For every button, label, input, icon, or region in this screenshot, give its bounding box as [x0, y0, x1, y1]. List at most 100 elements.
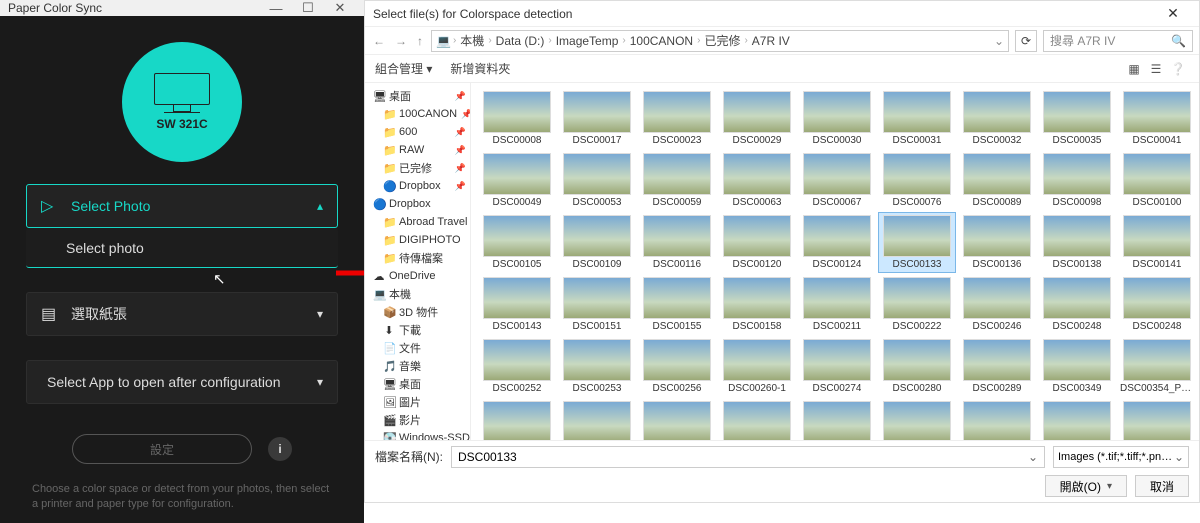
- file-item[interactable]: DSC00403: [799, 399, 875, 440]
- crumb[interactable]: 本機: [458, 32, 486, 49]
- file-item[interactable]: DSC00374_PSMS: [479, 399, 555, 440]
- file-item[interactable]: DSC00049: [479, 151, 555, 210]
- file-item[interactable]: DSC00415: [1119, 399, 1195, 440]
- crumb[interactable]: 100CANON: [628, 34, 695, 48]
- breadcrumb[interactable]: 💻› 本機› Data (D:)› ImageTemp› 100CANON› 已…: [431, 30, 1009, 52]
- tree-item[interactable]: 💽Windows-SSD (: [367, 429, 468, 440]
- file-item[interactable]: DSC00256: [639, 337, 715, 396]
- maximize-button[interactable]: ☐: [292, 0, 324, 16]
- tree-item[interactable]: 🔵Dropbox📌: [367, 177, 468, 195]
- nav-back-button[interactable]: ←: [371, 34, 387, 48]
- file-item[interactable]: DSC00260-1: [719, 337, 795, 396]
- tree-item[interactable]: 📁待傳檔案: [367, 249, 468, 267]
- search-input[interactable]: 搜尋 A7R IV 🔍: [1043, 30, 1193, 52]
- nav-forward-button[interactable]: →: [393, 34, 409, 48]
- file-item[interactable]: DSC00031: [879, 89, 955, 148]
- file-item[interactable]: DSC00138: [1039, 213, 1115, 272]
- tree-item[interactable]: 🎵音樂: [367, 357, 468, 375]
- refresh-button[interactable]: ⟳: [1015, 30, 1037, 52]
- tree-item[interactable]: ⬇下載: [367, 321, 468, 339]
- tree-item[interactable]: 📁已完修📌: [367, 159, 468, 177]
- tree-item[interactable]: 🎬影片: [367, 411, 468, 429]
- tree-item[interactable]: 📁RAW📌: [367, 141, 468, 159]
- file-item[interactable]: DSC00098: [1039, 151, 1115, 210]
- crumb[interactable]: Data (D:): [494, 34, 547, 48]
- file-item[interactable]: DSC00280: [879, 337, 955, 396]
- file-item[interactable]: DSC00246: [959, 275, 1035, 334]
- file-item[interactable]: DSC00349: [1039, 337, 1115, 396]
- close-button[interactable]: ✕: [324, 0, 356, 16]
- select-photo-row[interactable]: ▷ Select Photo ▴: [26, 184, 338, 228]
- organize-button[interactable]: 組合管理 ▾: [375, 60, 432, 77]
- file-item[interactable]: DSC00059: [639, 151, 715, 210]
- file-item[interactable]: DSC00035: [1039, 89, 1115, 148]
- file-item[interactable]: DSC00133: [879, 213, 955, 272]
- file-item[interactable]: DSC00136: [959, 213, 1035, 272]
- file-item[interactable]: DSC00029: [719, 89, 795, 148]
- tree-item[interactable]: 🔵Dropbox: [367, 195, 468, 213]
- crumb[interactable]: ImageTemp: [554, 34, 621, 48]
- file-item[interactable]: DSC00141: [1119, 213, 1195, 272]
- select-photo-sub[interactable]: Select photo: [26, 228, 338, 268]
- file-item[interactable]: DSC00289: [959, 337, 1035, 396]
- file-item[interactable]: DSC00063: [719, 151, 795, 210]
- tree-item[interactable]: 📁600📌: [367, 123, 468, 141]
- cancel-button[interactable]: 取消: [1135, 475, 1189, 497]
- file-item[interactable]: DSC00124: [799, 213, 875, 272]
- tree-item[interactable]: 🖥桌面📌: [367, 87, 468, 105]
- file-item[interactable]: DSC00354_PSMS: [1119, 337, 1195, 396]
- file-item[interactable]: DSC00109: [559, 213, 635, 272]
- file-item[interactable]: DSC00041: [1119, 89, 1195, 148]
- file-item[interactable]: DSC00100: [1119, 151, 1195, 210]
- file-item[interactable]: DSC00089: [959, 151, 1035, 210]
- select-app-row[interactable]: Select App to open after configuration ▾: [26, 360, 338, 404]
- file-item[interactable]: DSC00252: [479, 337, 555, 396]
- file-item[interactable]: DSC00155: [639, 275, 715, 334]
- file-item[interactable]: DSC00211: [799, 275, 875, 334]
- tree-item[interactable]: 📁DIGIPHOTO: [367, 231, 468, 249]
- new-folder-button[interactable]: 新增資料夾: [450, 60, 510, 77]
- minimize-button[interactable]: —: [260, 1, 292, 16]
- folder-tree[interactable]: 🖥桌面📌📁100CANON📌📁600📌📁RAW📌📁已完修📌🔵Dropbox📌🔵D…: [365, 83, 471, 440]
- file-item[interactable]: DSC00222: [879, 275, 955, 334]
- file-item[interactable]: DSC00413: [1039, 399, 1115, 440]
- file-item[interactable]: DSC00067: [799, 151, 875, 210]
- view-thumbnails-icon[interactable]: ▦: [1123, 62, 1145, 76]
- help-icon[interactable]: ❔: [1167, 62, 1189, 76]
- file-item[interactable]: DSC00116: [639, 213, 715, 272]
- settings-button[interactable]: 設定: [72, 434, 252, 464]
- file-item[interactable]: DSC00394: [639, 399, 715, 440]
- filetype-select[interactable]: Images (*.tif;*.tiff;*.png;*.jpg;* ⌄: [1053, 446, 1189, 468]
- tree-item[interactable]: 🖥桌面: [367, 375, 468, 393]
- file-item[interactable]: DSC00398: [719, 399, 795, 440]
- filename-input[interactable]: DSC00133 ⌄: [451, 446, 1045, 468]
- tree-item[interactable]: 💻本機: [367, 285, 468, 303]
- file-item[interactable]: DSC00274: [799, 337, 875, 396]
- crumb[interactable]: A7R IV: [750, 34, 792, 48]
- file-item[interactable]: DSC00053: [559, 151, 635, 210]
- file-item[interactable]: DSC00158: [719, 275, 795, 334]
- file-item[interactable]: DSC00248: [1119, 275, 1195, 334]
- file-item[interactable]: DSC00120: [719, 213, 795, 272]
- tree-item[interactable]: 📄文件: [367, 339, 468, 357]
- file-pane[interactable]: DSC00008DSC00017DSC00023DSC00029DSC00030…: [471, 83, 1199, 440]
- file-item[interactable]: DSC00023: [639, 89, 715, 148]
- file-item[interactable]: DSC00253: [559, 337, 635, 396]
- tree-item[interactable]: 📦3D 物件: [367, 303, 468, 321]
- tree-item[interactable]: 🖼圖片: [367, 393, 468, 411]
- file-item[interactable]: DSC00008: [479, 89, 555, 148]
- file-item[interactable]: DSC00248: [1039, 275, 1115, 334]
- dialog-close-button[interactable]: ✕: [1155, 5, 1191, 22]
- select-paper-row[interactable]: ▤ 選取紙張 ▾: [26, 292, 338, 336]
- tree-item[interactable]: ☁OneDrive: [367, 267, 468, 285]
- info-button[interactable]: i: [268, 437, 292, 461]
- file-item[interactable]: DSC00407: [879, 399, 955, 440]
- file-item[interactable]: DSC00017: [559, 89, 635, 148]
- crumb[interactable]: 已完修: [702, 32, 742, 49]
- file-item[interactable]: DSC00076: [879, 151, 955, 210]
- tree-item[interactable]: 📁Abroad Travel: [367, 213, 468, 231]
- file-item[interactable]: DSC00151: [559, 275, 635, 334]
- file-item[interactable]: DSC00393: [559, 399, 635, 440]
- tree-item[interactable]: 📁100CANON📌: [367, 105, 468, 123]
- file-item[interactable]: DSC00411: [959, 399, 1035, 440]
